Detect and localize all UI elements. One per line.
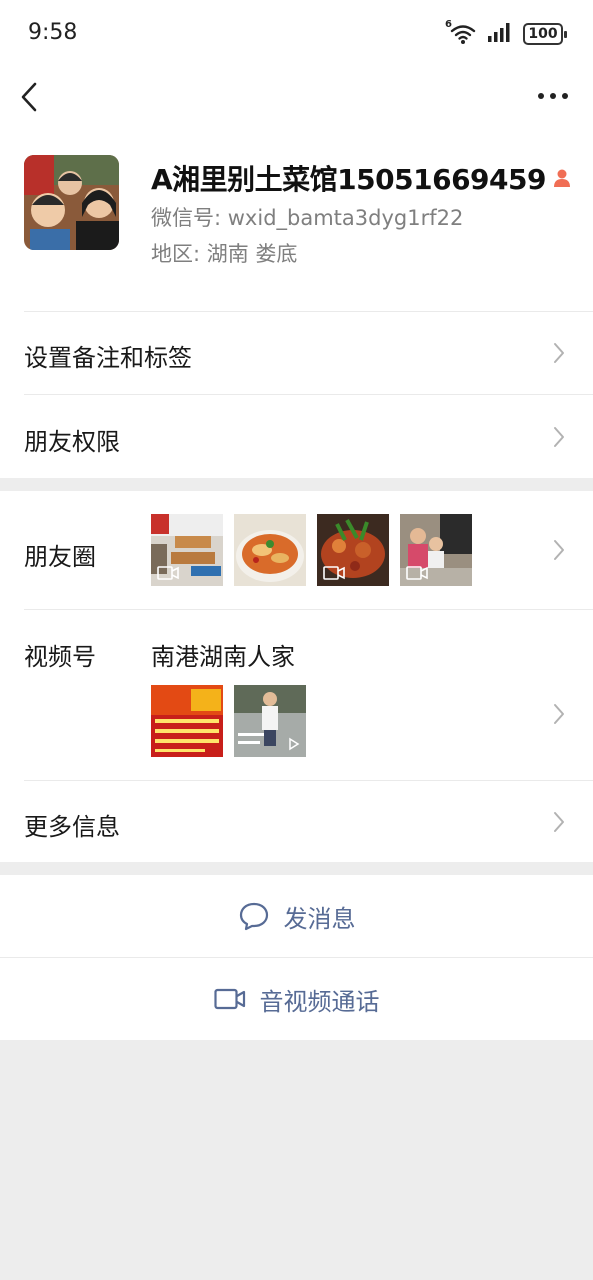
moments-thumbnail	[151, 514, 223, 586]
more-button[interactable]	[537, 86, 569, 106]
channels-thumbnail	[151, 685, 223, 757]
info-section: 朋友圈 视频号 南港湖南人家 更多信息	[0, 491, 593, 862]
contact-name-line: A湘里别土菜馆15051669459	[151, 158, 572, 198]
chevron-right-icon	[554, 812, 564, 832]
send-message-button[interactable]: 发消息	[0, 875, 593, 957]
remark-tags-row[interactable]: 设置备注和标签	[0, 312, 593, 394]
moments-thumbnail	[400, 514, 472, 586]
wechat-id: 微信号: wxid_bamta3dyg1rf22	[151, 206, 464, 230]
channels-label: 视频号	[24, 643, 96, 671]
friend-permissions-label: 朋友权限	[24, 428, 120, 456]
video-camera-icon	[157, 566, 179, 580]
ellipsis-icon	[538, 93, 568, 99]
user-gender-icon	[553, 169, 570, 187]
channels-thumbnail	[234, 685, 306, 757]
chat-bubble-icon	[239, 902, 268, 931]
more-info-row[interactable]: 更多信息	[0, 781, 593, 862]
moments-thumbnail	[317, 514, 389, 586]
chevron-right-icon	[554, 540, 564, 560]
battery-icon: 100	[523, 23, 567, 45]
channels-name: 南港湖南人家	[151, 643, 295, 671]
profile-section: 9:58 6 100 A湘里别土菜馆15051669459 微信号: wxid_…	[0, 0, 593, 478]
chevron-right-icon	[554, 704, 564, 724]
remark-tags-label: 设置备注和标签	[24, 344, 192, 372]
signal-icon	[487, 22, 513, 46]
channels-row[interactable]: 视频号 南港湖南人家	[0, 610, 593, 780]
chevron-right-icon	[554, 343, 564, 363]
moments-label: 朋友圈	[24, 543, 96, 571]
video-camera-icon	[323, 566, 345, 580]
back-button[interactable]	[14, 78, 48, 116]
av-call-button[interactable]: 音视频通话	[0, 958, 593, 1040]
chevron-left-icon	[21, 82, 37, 112]
av-call-label: 音视频通话	[259, 987, 380, 1016]
video-call-icon	[213, 988, 245, 1010]
avatar[interactable]	[24, 155, 119, 250]
send-message-label: 发消息	[283, 904, 356, 933]
status-icons: 6 100	[445, 19, 567, 46]
moments-row[interactable]: 朋友圈	[0, 491, 593, 609]
friend-permissions-row[interactable]: 朋友权限	[0, 395, 593, 478]
more-info-label: 更多信息	[24, 813, 120, 841]
contact-name: A湘里别土菜馆15051669459	[151, 163, 546, 196]
region: 地区: 湖南 娄底	[151, 242, 298, 266]
network-type-label: 6	[445, 19, 452, 30]
actions-section: 发消息 音视频通话	[0, 875, 593, 1040]
chevron-right-icon	[554, 427, 564, 447]
moments-thumbnail	[234, 514, 306, 586]
status-time: 9:58	[28, 20, 78, 45]
video-camera-icon	[406, 566, 428, 580]
wifi-icon: 6	[445, 19, 477, 45]
